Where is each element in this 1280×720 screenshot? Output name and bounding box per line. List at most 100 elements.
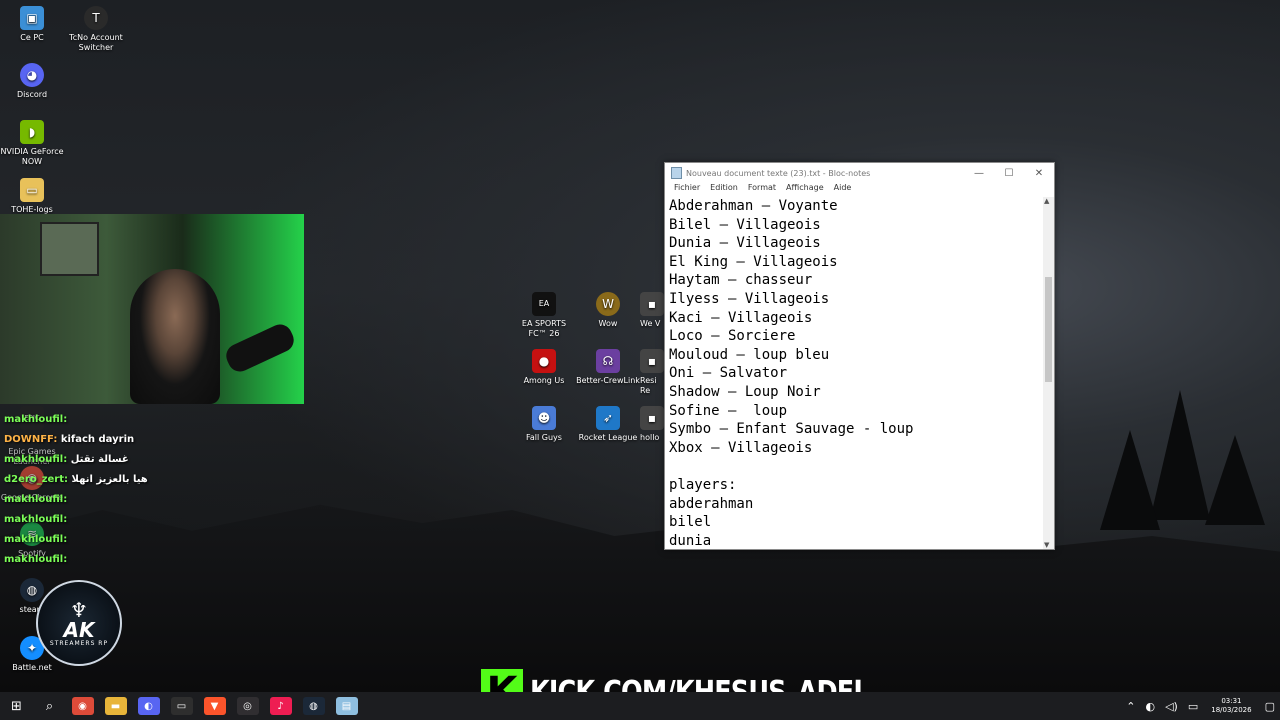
notepad-icon: ▤: [335, 697, 358, 715]
desktop-icon-nvidia[interactable]: ◗ NVIDIA GeForce NOW: [0, 120, 64, 167]
taskbar-app-terminal[interactable]: ▭: [165, 692, 198, 720]
chat-message: DOWNFF: kifach dayrin: [4, 434, 135, 445]
desktop-icon-better-crewlink[interactable]: ☊ Better-CrewLink: [576, 349, 640, 386]
display-icon[interactable]: ▭: [1183, 700, 1203, 713]
menu-format[interactable]: Format: [743, 183, 781, 197]
phoenix-icon: ♆: [70, 597, 88, 622]
game-icon: ▪: [640, 349, 664, 373]
rocket-league-icon: ➶: [596, 406, 620, 430]
webcam-poster: [40, 222, 99, 276]
minimize-button[interactable]: —: [964, 168, 994, 179]
taskbar-app-steam[interactable]: ◍: [297, 692, 330, 720]
notepad-line: players:: [669, 476, 737, 493]
fall-guys-icon: ☻: [532, 406, 556, 430]
notepad-line: Abderahman — Voyante: [669, 198, 838, 214]
desktop-icon-tohe-logs[interactable]: ▭ TOHE-logs: [0, 178, 64, 215]
ak-streamers-logo: ♆ AK STREAMERS RP: [36, 580, 122, 666]
desktop-icon-fall-guys[interactable]: ☻ Fall Guys: [512, 406, 576, 443]
brave-icon: ▼: [203, 697, 226, 715]
game-icon: ▪: [640, 406, 664, 430]
discord-icon: ◐: [137, 697, 160, 715]
notepad-window[interactable]: Nouveau document texte (23).txt - Bloc-n…: [664, 162, 1055, 550]
close-button[interactable]: ✕: [1024, 168, 1054, 179]
clock[interactable]: 03:31 18/03/2026: [1203, 697, 1259, 715]
notepad-line: Kaci — Villageois: [669, 309, 813, 326]
terminal-icon: ▭: [170, 697, 193, 715]
desktop-icon-ce-pc[interactable]: ▣ Ce PC: [0, 6, 64, 43]
taskbar-app-file-explorer[interactable]: ▬: [99, 692, 132, 720]
taskbar-app-brave[interactable]: ▼: [198, 692, 231, 720]
menu-aide[interactable]: Aide: [829, 183, 857, 197]
taskbar-app-discord[interactable]: ◐: [132, 692, 165, 720]
volume-icon[interactable]: ◁): [1160, 700, 1183, 713]
tiktok-icon: ♪: [269, 697, 292, 715]
notepad-line: Loco — Sorciere: [669, 328, 796, 345]
file-explorer-icon: ▬: [104, 697, 127, 715]
steam-icon: ◍: [302, 697, 325, 715]
notepad-line: El King — Villageois: [669, 253, 838, 270]
taskbar-apps: ◉ ▬ ◐ ▭ ▼ ◎ ♪ ◍ ▤: [66, 692, 363, 720]
desktop-icon-among-us[interactable]: ● Among Us: [512, 349, 576, 386]
tcno-icon: T: [84, 6, 108, 30]
chrome-icon: ◉: [71, 697, 94, 715]
taskbar-app-obs[interactable]: ◎: [231, 692, 264, 720]
notepad-line: Oni — Salvator: [669, 365, 788, 382]
desktop-icon-tcno[interactable]: T TcNo Account Switcher: [64, 6, 128, 53]
scroll-up-icon[interactable]: ▲: [1044, 197, 1049, 205]
webcam-streamer: [130, 269, 220, 404]
desktop-icon-hollo[interactable]: ▪ hollo: [640, 406, 664, 443]
notepad-line: Haytam — chasseur: [669, 272, 813, 289]
taskbar: ⊞ ⌕ ◉ ▬ ◐ ▭ ▼ ◎ ♪ ◍ ▤ ⌃ ◐ ◁) ▭ 03:31 18/03/2026 …: [0, 692, 1280, 720]
desktop-icon-resi[interactable]: ▪ Resi Re: [640, 349, 664, 396]
notepad-line: Xbox — Villageois: [669, 439, 813, 456]
crewlink-icon: ☊: [596, 349, 620, 373]
nvidia-icon: ◗: [20, 120, 44, 144]
notifications-icon[interactable]: ▢: [1260, 700, 1280, 713]
maximize-button[interactable]: ☐: [994, 168, 1024, 179]
network-icon[interactable]: ◐: [1140, 700, 1160, 713]
notepad-line: [669, 457, 1038, 476]
search-button[interactable]: ⌕: [33, 692, 66, 720]
wow-icon: W: [596, 292, 620, 316]
notepad-line: Sofine — loup: [669, 402, 788, 419]
webcam-microphone: [222, 320, 298, 376]
steam-icon: ◍: [20, 578, 44, 602]
desktop-icon-ea-fc[interactable]: EA EA SPORTS FC™ 26: [512, 292, 576, 339]
menu-affichage[interactable]: Affichage: [781, 183, 829, 197]
windows-icon: ⊞: [11, 698, 22, 714]
notepad-title: Nouveau document texte (23).txt - Bloc-n…: [686, 168, 871, 178]
system-tray: ⌃ ◐ ◁) ▭ 03:31 18/03/2026 ▢: [1121, 692, 1280, 720]
menu-edition[interactable]: Edition: [705, 183, 743, 197]
chat-message: d2ero_zert: هيا بالعزيز انهلا: [4, 474, 148, 485]
chevron-up-icon[interactable]: ⌃: [1121, 700, 1140, 713]
wallpaper-tree: [1100, 430, 1160, 530]
notepad-titlebar[interactable]: Nouveau document texte (23).txt - Bloc-n…: [665, 163, 1054, 183]
folder-icon: ▭: [20, 178, 44, 202]
taskbar-app-notepad[interactable]: ▤: [330, 692, 363, 720]
window-controls: — ☐ ✕: [964, 168, 1054, 179]
discord-icon: ◕: [20, 63, 44, 87]
menu-fichier[interactable]: Fichier: [669, 183, 705, 197]
notepad-line: Bilel — Villageois: [669, 216, 821, 233]
notepad-text-area[interactable]: Abderahman — Voyante Bilel — Villageois Du…: [665, 197, 1042, 549]
chat-message: makhloufil:: [4, 494, 68, 505]
desktop-icon-rocket-league[interactable]: ➶ Rocket League: [576, 406, 640, 443]
scroll-down-icon[interactable]: ▼: [1044, 541, 1049, 549]
desktop-icon-we[interactable]: ▪ We V: [640, 292, 664, 329]
taskbar-app-chrome[interactable]: ◉: [66, 692, 99, 720]
notepad-line: Ilyess — Villageois: [669, 290, 830, 307]
desktop-icon-wow[interactable]: W Wow: [576, 292, 640, 329]
scrollbar-thumb[interactable]: [1045, 277, 1052, 382]
desktop-icon-discord[interactable]: ◕ Discord: [0, 63, 64, 100]
notepad-icon: [671, 167, 682, 179]
chat-message: makhloufil:: [4, 534, 68, 545]
ea-icon: EA: [532, 292, 556, 316]
chat-message: makhloufil:: [4, 554, 68, 565]
notepad-line: Shadow — Loup Noir: [669, 383, 821, 400]
taskbar-app-tiktok[interactable]: ♪: [264, 692, 297, 720]
start-button[interactable]: ⊞: [0, 692, 33, 720]
vertical-scrollbar[interactable]: ▲ ▼: [1043, 197, 1054, 549]
search-icon: ⌕: [45, 698, 54, 714]
computer-icon: ▣: [20, 6, 44, 30]
game-icon: ▪: [640, 292, 664, 316]
